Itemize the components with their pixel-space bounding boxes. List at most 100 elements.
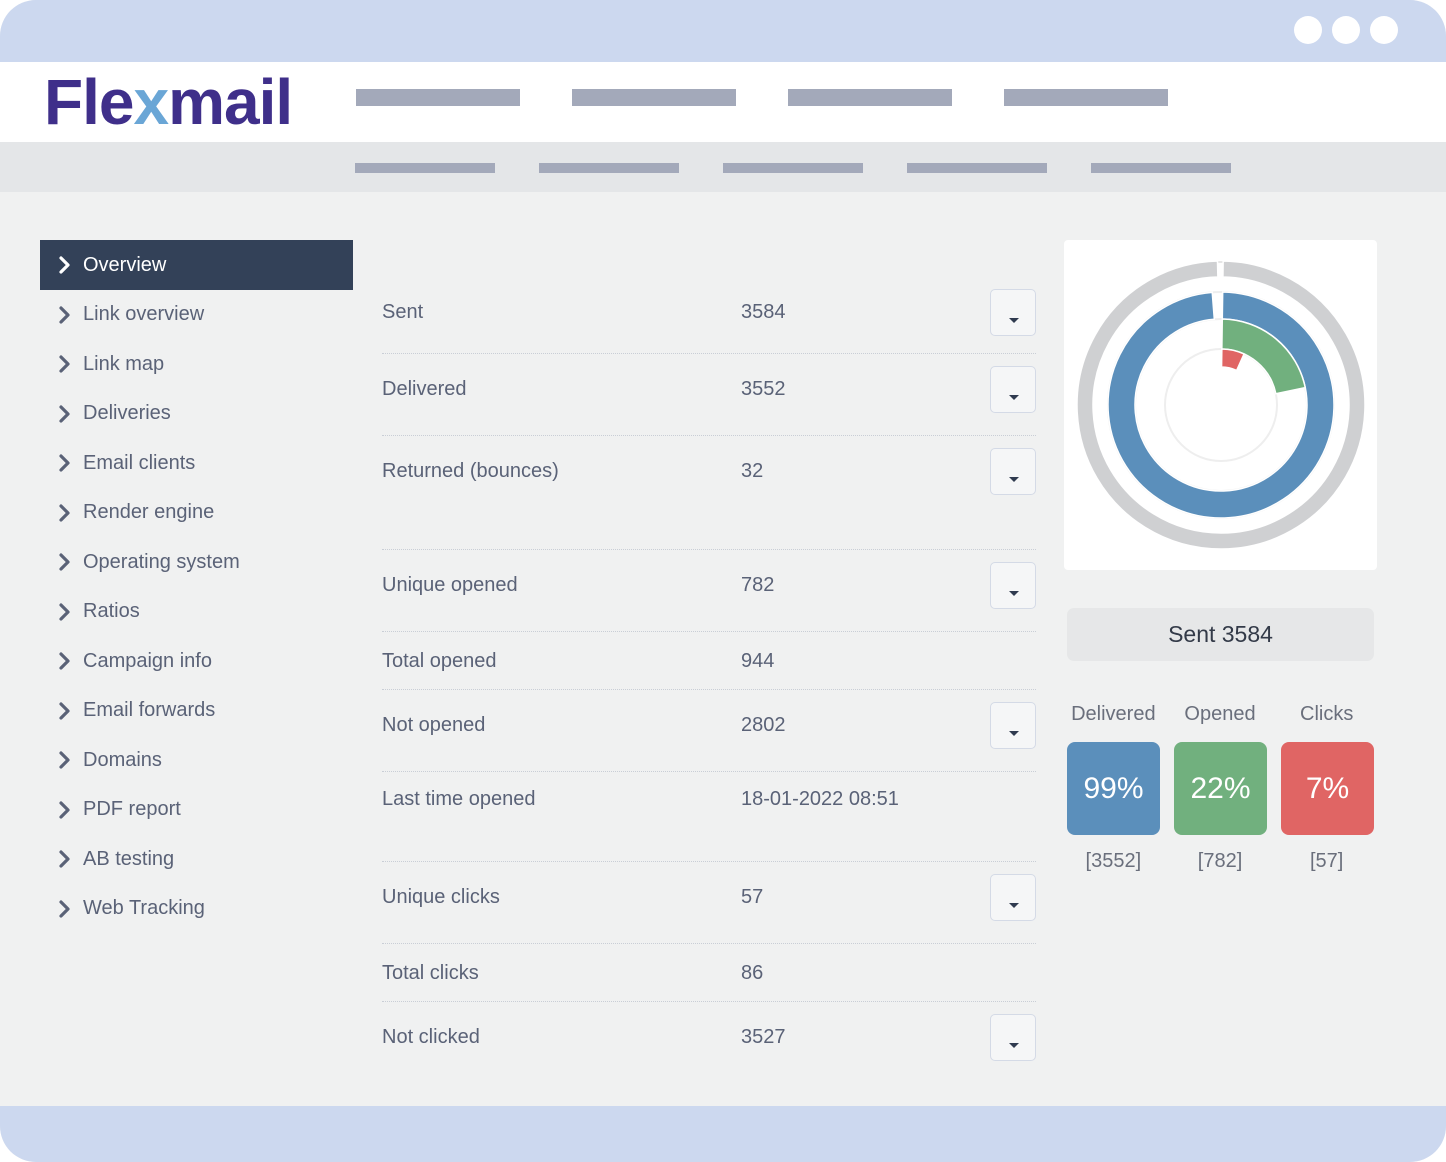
- chevron-right-icon: [58, 256, 72, 274]
- chevron-right-icon: [58, 900, 72, 918]
- kpi-label-opened: Opened: [1184, 703, 1256, 725]
- browser-window: Flexmail Overview Link overview Link map De…: [0, 0, 1446, 1162]
- expand-dropdown-button[interactable]: [990, 874, 1036, 921]
- sub-nav-item-placeholder[interactable]: [723, 163, 863, 173]
- sub-nav-item-placeholder[interactable]: [539, 163, 679, 173]
- logo-text-x: x: [133, 66, 169, 138]
- chevron-right-icon: [58, 652, 72, 670]
- window-control-dot[interactable]: [1370, 16, 1398, 44]
- top-nav-item-placeholder[interactable]: [788, 89, 952, 106]
- sidebar-item-operating-system[interactable]: Operating system: [40, 538, 353, 588]
- sidebar-item-ratios[interactable]: Ratios: [40, 587, 353, 637]
- expand-dropdown-button[interactable]: [990, 1014, 1036, 1061]
- expand-dropdown-button[interactable]: [990, 562, 1036, 609]
- stats-value: 944: [741, 650, 775, 672]
- ring-delivered: [1107, 291, 1335, 519]
- top-nav-item-placeholder[interactable]: [356, 89, 520, 106]
- stats-row-unique-clicks: Unique clicks 57: [382, 862, 1036, 944]
- window-bottom-bar: [0, 1106, 1446, 1162]
- sidebar-item-label: Overview: [83, 253, 167, 276]
- sidebar-item-campaign-info[interactable]: Campaign info: [40, 637, 353, 687]
- stats-table: Sent 3584 Delivered 3552 Returned (bounces) 3…: [382, 288, 1036, 1084]
- kpi-labels: Delivered Opened Clicks: [1060, 703, 1380, 726]
- sidebar-item-overview[interactable]: Overview: [40, 240, 353, 290]
- kpi-tiles: 99% 22% 7%: [1067, 742, 1374, 835]
- stats-row-returned-bounces: Returned (bounces) 32: [382, 436, 1036, 550]
- stats-row-total-opened: Total opened 944: [382, 632, 1036, 690]
- top-nav-item-placeholder[interactable]: [1004, 89, 1168, 106]
- kpi-count-clicks: [57]: [1310, 850, 1344, 872]
- sidebar-item-label: Link overview: [83, 303, 205, 326]
- chevron-right-icon: [58, 405, 72, 423]
- expand-dropdown-button[interactable]: [990, 366, 1036, 413]
- window-controls: [1294, 16, 1398, 44]
- kpi-count-delivered: [3552]: [1085, 850, 1142, 872]
- expand-dropdown-button[interactable]: [990, 448, 1036, 495]
- logo-text-suffix: mail: [168, 66, 293, 138]
- window-control-dot[interactable]: [1294, 16, 1322, 44]
- stats-label: Delivered: [382, 378, 467, 400]
- stats-value: 3552: [741, 378, 786, 400]
- chevron-right-icon: [58, 603, 72, 621]
- chevron-right-icon: [58, 751, 72, 769]
- stats-row-unique-opened: Unique opened 782: [382, 550, 1036, 632]
- chevron-right-icon: [58, 801, 72, 819]
- logo-text-prefix: Fle: [44, 66, 134, 138]
- sidebar-item-pdf-report[interactable]: PDF report: [40, 785, 353, 835]
- kpi-tile-delivered: 99%: [1067, 742, 1160, 835]
- sent-total-box: Sent 3584: [1067, 608, 1374, 661]
- expand-dropdown-button[interactable]: [990, 702, 1036, 749]
- stats-label: Sent: [382, 301, 424, 323]
- sidebar-item-label: Ratios: [83, 600, 140, 623]
- chevron-right-icon: [58, 504, 72, 522]
- kpi-counts: [3552] [782] [57]: [1060, 850, 1380, 873]
- stats-label: Total opened: [382, 650, 497, 672]
- stats-label: Unique opened: [382, 574, 518, 596]
- chevron-right-icon: [58, 355, 72, 373]
- chevron-right-icon: [58, 454, 72, 472]
- stats-label: Total clicks: [382, 962, 479, 984]
- expand-dropdown-button[interactable]: [990, 289, 1036, 336]
- chevron-right-icon: [58, 850, 72, 868]
- sub-nav-item-placeholder[interactable]: [907, 163, 1047, 173]
- sub-nav-item-placeholder[interactable]: [355, 163, 495, 173]
- stats-label: Returned (bounces): [382, 460, 559, 482]
- sidebar-item-render-engine[interactable]: Render engine: [40, 488, 353, 538]
- sidebar-item-domains[interactable]: Domains: [40, 736, 353, 786]
- stats-value: 782: [741, 574, 775, 596]
- top-nav-item-placeholder[interactable]: [572, 89, 736, 106]
- sidebar-item-email-clients[interactable]: Email clients: [40, 439, 353, 489]
- sidebar-item-email-forwards[interactable]: Email forwards: [40, 686, 353, 736]
- delivery-rings-chart: [1076, 260, 1366, 550]
- sidebar-item-label: Link map: [83, 352, 165, 375]
- sidebar-item-ab-testing[interactable]: AB testing: [40, 835, 353, 885]
- stats-label: Not clicked: [382, 1026, 480, 1048]
- stats-label: Unique clicks: [382, 886, 500, 908]
- sidebar-item-label: PDF report: [83, 798, 181, 821]
- sidebar-item-link-map[interactable]: Link map: [40, 340, 353, 390]
- sidebar-item-label: Deliveries: [83, 402, 171, 425]
- stats-row-sent: Sent 3584: [382, 288, 1036, 354]
- app-header: Flexmail: [0, 62, 1446, 142]
- sidebar-item-label: AB testing: [83, 847, 175, 870]
- kpi-label-delivered: Delivered: [1071, 703, 1156, 725]
- sidebar-item-deliveries[interactable]: Deliveries: [40, 389, 353, 439]
- sidebar-item-label: Operating system: [83, 550, 240, 573]
- kpi-count-opened: [782]: [1197, 850, 1243, 872]
- stats-value: 18-01-2022 08:51: [741, 788, 899, 810]
- stats-value: 2802: [741, 714, 786, 736]
- stats-value: 86: [741, 962, 764, 984]
- stats-value: 3527: [741, 1026, 786, 1048]
- stats-row-delivered: Delivered 3552: [382, 354, 1036, 436]
- sub-nav-item-placeholder[interactable]: [1091, 163, 1231, 173]
- window-control-dot[interactable]: [1332, 16, 1360, 44]
- flexmail-logo[interactable]: Flexmail: [44, 66, 293, 138]
- sidebar-item-link-overview[interactable]: Link overview: [40, 290, 353, 340]
- stats-value: 57: [741, 886, 764, 908]
- sidebar-item-label: Email clients: [83, 451, 196, 474]
- chevron-right-icon: [58, 306, 72, 324]
- sidebar-item-web-tracking[interactable]: Web Tracking: [40, 884, 353, 934]
- stats-label: Last time opened: [382, 788, 536, 810]
- chevron-right-icon: [58, 553, 72, 571]
- top-navigation: [356, 89, 1168, 106]
